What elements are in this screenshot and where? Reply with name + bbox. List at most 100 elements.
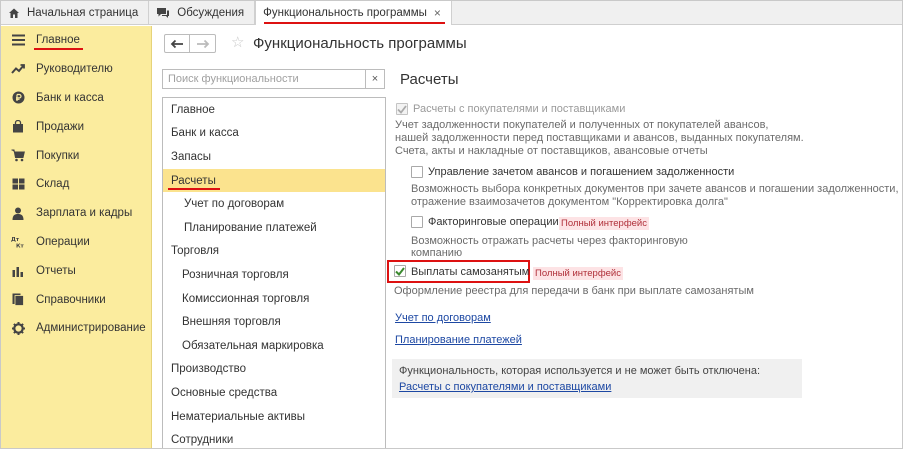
section-title: Расчеты (400, 71, 459, 88)
page-title: Функциональность программы (253, 35, 467, 52)
option-advances-label: Управление зачетом авансов и погашением … (428, 166, 735, 178)
sidebar-item-main[interactable]: Главное (1, 26, 151, 55)
link-contracts[interactable]: Учет по договорам (395, 312, 491, 324)
warehouse-icon (11, 177, 25, 191)
search-input[interactable] (163, 70, 365, 88)
tab-discussions-label: Обсуждения (177, 6, 245, 19)
link-customers-info[interactable]: Расчеты с покупателями и поставщиками (399, 381, 611, 393)
tree-item-label: Сотрудники (171, 434, 234, 447)
option-self-employed-desc: Оформление реестра для передачи в банк п… (394, 285, 754, 297)
checkbox-customers[interactable] (396, 103, 408, 115)
sidebar-item-warehouse[interactable]: Склад (1, 170, 151, 199)
tree-item-fixed-assets[interactable]: Основные средства (163, 381, 385, 405)
option-advances-desc-2: отражение взаимозачетов документом "Корр… (411, 196, 728, 208)
arrow-right-icon (196, 39, 209, 48)
menu-icon (11, 33, 25, 47)
bag-icon (11, 120, 25, 134)
tree-item-inventory[interactable]: Запасы (163, 145, 385, 169)
tab-discussions[interactable]: Обсуждения (149, 1, 256, 24)
gear-icon (11, 321, 25, 335)
tree-item-label: Производство (171, 363, 246, 376)
books-icon (11, 293, 25, 307)
svg-text:Кт: Кт (16, 244, 24, 249)
tab-bar: Начальная страница Обсуждения Функционал… (1, 1, 902, 25)
tree-item-foreign-trade[interactable]: Внешняя торговля (163, 310, 385, 334)
link-payment-planning[interactable]: Планирование платежей (395, 334, 522, 346)
home-icon (8, 7, 20, 19)
tree-item-label: Расчеты (168, 174, 220, 190)
option-customers-desc-1: Учет задолженности покупателей и получен… (395, 119, 769, 131)
tree-item-label: Главное (171, 103, 215, 116)
tree-item-label: Банк и касса (171, 127, 239, 140)
tree-item-contracts[interactable]: Учет по договорам (163, 192, 385, 216)
tree-item-label: Внешняя торговля (182, 316, 281, 329)
tree-item-label: Торговля (171, 245, 220, 258)
tree-item-commission[interactable]: Комиссионная торговля (163, 287, 385, 311)
tree-item-trade[interactable]: Торговля (163, 240, 385, 264)
checkbox-factoring[interactable] (411, 216, 423, 228)
sidebar-item-label: Отчеты (36, 264, 76, 277)
tree-item-intangibles[interactable]: Нематериальные активы (163, 405, 385, 429)
tab-home[interactable]: Начальная страница (1, 1, 150, 24)
tree-item-label: Розничная торговля (182, 268, 289, 281)
tab-functionality[interactable]: Функциональность программы × (255, 1, 452, 25)
sidebar-item-manager[interactable]: Руководителю (1, 55, 151, 84)
sidebar-item-label: Продажи (36, 120, 85, 133)
sidebar-item-references[interactable]: Справочники (1, 285, 151, 314)
arrow-left-icon (170, 39, 183, 48)
sidebar-item-admin[interactable]: Администрирование (1, 314, 151, 343)
app-window: Начальная страница Обсуждения Функционал… (0, 0, 903, 449)
sidebar-item-label: Администрирование (36, 322, 146, 335)
bar-chart-icon (11, 264, 25, 278)
tree-item-label: Учет по договорам (184, 198, 285, 211)
tree-item-label: Основные средства (171, 386, 278, 399)
full-interface-badge: Полный интерфейс (533, 267, 623, 280)
close-icon[interactable]: × (434, 6, 441, 20)
ruble-icon (11, 91, 25, 105)
info-panel: Функциональность, которая используется и… (392, 359, 802, 398)
sidebar-item-label: Операции (36, 235, 90, 248)
chat-icon (156, 7, 170, 19)
tab-home-label: Начальная страница (27, 6, 139, 19)
sidebar: Главное Руководителю Банк и касса Продаж… (1, 26, 152, 448)
tree-item-retail[interactable]: Розничная торговля (163, 263, 385, 287)
checkbox-self-employed[interactable] (394, 265, 406, 277)
back-button[interactable] (164, 34, 190, 53)
tree-item-label: Нематериальные активы (171, 410, 306, 423)
checkbox-advances[interactable] (411, 166, 423, 178)
tree-item-marking[interactable]: Обязательная маркировка (163, 334, 385, 358)
checkmark-icon (397, 104, 407, 114)
cart-icon (11, 149, 25, 163)
option-factoring-desc-1: Возможность отражать расчеты через факто… (411, 235, 688, 247)
option-advances-desc-1: Возможность выбора конкретных документов… (411, 183, 899, 195)
clear-search-button[interactable]: × (365, 70, 384, 88)
dt-kt-icon: Дт Кт (11, 235, 25, 249)
tree-item-bank[interactable]: Банк и касса (163, 122, 385, 146)
sidebar-item-label: Руководителю (36, 63, 113, 76)
svg-text:Дт: Дт (11, 237, 20, 243)
sidebar-item-sales[interactable]: Продажи (1, 112, 151, 141)
tree-item-employees[interactable]: Сотрудники (163, 428, 385, 448)
sidebar-item-bank[interactable]: Банк и касса (1, 84, 151, 113)
tree-item-label: Планирование платежей (184, 221, 317, 234)
trend-icon (11, 62, 25, 76)
sidebar-item-purchases[interactable]: Покупки (1, 141, 151, 170)
sidebar-item-label: Главное (34, 34, 83, 51)
sidebar-item-label: Банк и касса (36, 91, 104, 104)
tree-item-payment-planning[interactable]: Планирование платежей (163, 216, 385, 240)
sidebar-item-reports[interactable]: Отчеты (1, 256, 151, 285)
forward-button[interactable] (190, 34, 216, 53)
option-customers-desc-3: Счета, акты и накладные от поставщиков, … (395, 145, 708, 157)
full-interface-badge: Полный интерфейс (559, 217, 649, 230)
option-factoring-label: Факторинговые операции (428, 216, 559, 228)
tree-item-production[interactable]: Производство (163, 358, 385, 382)
search-box: × (162, 69, 385, 89)
tab-functionality-label: Функциональность программы (263, 7, 427, 19)
tree-item-settlements[interactable]: Расчеты (163, 168, 385, 193)
sidebar-item-operations[interactable]: Дт Кт Операции (1, 228, 151, 257)
sidebar-item-salary[interactable]: Зарплата и кадры (1, 199, 151, 228)
checkmark-icon (395, 266, 405, 276)
favorite-star-icon[interactable]: ☆ (231, 35, 244, 51)
tree-item-main[interactable]: Главное (163, 98, 385, 122)
tree-item-label: Комиссионная торговля (182, 292, 310, 305)
